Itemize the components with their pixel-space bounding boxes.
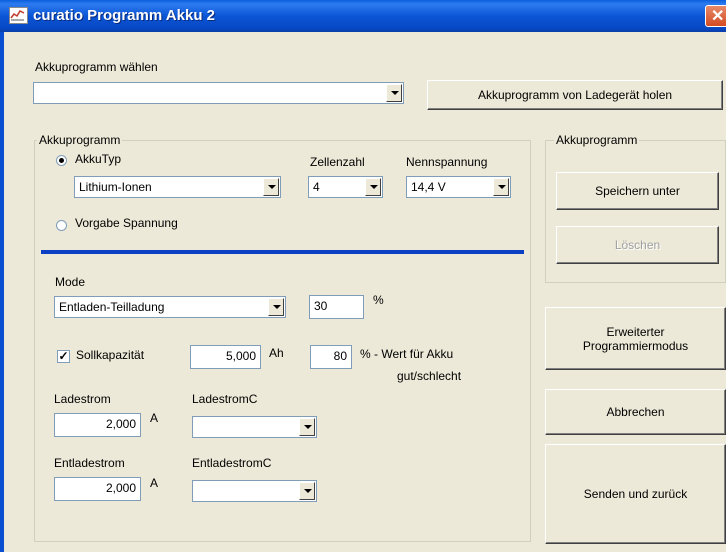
ladestrom-label: Ladestrom bbox=[54, 392, 111, 406]
chevron-down-icon[interactable] bbox=[386, 84, 402, 102]
entladestrom-input[interactable]: 2,000 bbox=[54, 477, 141, 501]
chevron-down-icon[interactable] bbox=[493, 178, 509, 196]
zellenzahl-select[interactable]: 4 bbox=[308, 176, 383, 198]
fetch-program-button[interactable]: Akkuprogramm von Ladegerät holen bbox=[427, 80, 723, 110]
program-select[interactable] bbox=[33, 82, 404, 104]
entladestrom-unit: A bbox=[150, 476, 159, 490]
sollkapazitaet-checkbox[interactable]: ✓ bbox=[57, 350, 70, 363]
close-button[interactable]: ✕ bbox=[705, 5, 726, 27]
entladestrom-c-select[interactable] bbox=[192, 480, 317, 502]
akkutyp-select[interactable]: Lithium-Ionen bbox=[74, 176, 281, 198]
save-as-button[interactable]: Speichern unter bbox=[556, 172, 719, 210]
chevron-down-icon[interactable] bbox=[263, 178, 279, 196]
right-akkuprogramm-group-title: Akkuprogramm bbox=[554, 133, 640, 147]
ladestrom-c-label: LadestromC bbox=[192, 392, 258, 406]
sollkapazitaet-input[interactable]: 5,000 bbox=[190, 345, 261, 369]
cancel-button[interactable]: Abbrechen bbox=[545, 389, 726, 435]
ladestrom-c-select[interactable] bbox=[192, 416, 317, 438]
nennspannung-label: Nennspannung bbox=[406, 155, 488, 169]
mode-percent-unit: % bbox=[373, 293, 384, 307]
close-icon: ✕ bbox=[711, 8, 725, 25]
delete-button-label: Löschen bbox=[614, 238, 661, 252]
section-separator bbox=[41, 250, 524, 254]
chevron-down-icon[interactable] bbox=[299, 418, 315, 436]
mode-select[interactable]: Entladen-Teilladung bbox=[54, 296, 286, 318]
sollkapazitaet-label: Sollkapazität bbox=[76, 348, 145, 362]
akkutyp-radio[interactable] bbox=[56, 155, 67, 166]
window-title: curatio Programm Akku 2 bbox=[33, 7, 215, 24]
advanced-mode-line2: Programmiermodus bbox=[582, 338, 689, 353]
window-left-border bbox=[0, 32, 4, 552]
mode-label: Mode bbox=[55, 275, 86, 289]
sollkapazitaet-percent-text2: gut/schlecht bbox=[397, 369, 462, 383]
dialog-window: curatio Programm Akku 2 ✕ Akkuprogramm w… bbox=[0, 0, 726, 552]
chevron-down-icon[interactable] bbox=[268, 298, 284, 316]
sollkapazitaet-unit: Ah bbox=[269, 346, 284, 360]
vorgabe-spannung-radio[interactable] bbox=[56, 220, 67, 231]
entladestrom-c-label: EntladestromC bbox=[192, 456, 272, 470]
mode-select-value: Entladen-Teilladung bbox=[59, 300, 165, 314]
entladestrom-label: Entladestrom bbox=[54, 456, 125, 470]
ladestrom-input[interactable]: 2,000 bbox=[54, 413, 141, 437]
advanced-mode-line1: Erweiterter bbox=[606, 324, 665, 339]
zellenzahl-select-value: 4 bbox=[313, 180, 320, 194]
select-program-label: Akkuprogramm wählen bbox=[35, 60, 158, 74]
send-and-back-button-label: Senden und zurück bbox=[583, 487, 688, 501]
akkutyp-label: AkkuTyp bbox=[75, 152, 122, 166]
cancel-button-label: Abbrechen bbox=[606, 405, 665, 419]
chart-app-icon bbox=[9, 7, 28, 24]
nennspannung-select[interactable]: 14,4 V bbox=[406, 176, 511, 198]
zellenzahl-label: Zellenzahl bbox=[310, 155, 365, 169]
send-and-back-button[interactable]: Senden und zurück bbox=[545, 444, 726, 544]
save-as-button-label: Speichern unter bbox=[595, 184, 680, 198]
title-bar[interactable]: curatio Programm Akku 2 ✕ bbox=[0, 0, 726, 32]
fetch-program-button-label: Akkuprogramm von Ladegerät holen bbox=[477, 88, 673, 102]
advanced-mode-button[interactable]: Erweiterter Programmiermodus bbox=[545, 307, 726, 370]
nennspannung-select-value: 14,4 V bbox=[411, 180, 446, 194]
vorgabe-spannung-label: Vorgabe Spannung bbox=[75, 216, 178, 230]
chevron-down-icon[interactable] bbox=[365, 178, 381, 196]
akkutyp-select-value: Lithium-Ionen bbox=[79, 180, 152, 194]
sollkapazitaet-percent-input[interactable]: 80 bbox=[310, 345, 352, 369]
akkuprogramm-group-title: Akkuprogramm bbox=[37, 133, 123, 147]
chevron-down-icon[interactable] bbox=[299, 482, 315, 500]
sollkapazitaet-percent-text: % - Wert für Akku bbox=[360, 347, 454, 361]
mode-percent-input[interactable]: 30 bbox=[309, 295, 364, 319]
ladestrom-unit: A bbox=[150, 411, 159, 425]
delete-button[interactable]: Löschen bbox=[556, 226, 719, 264]
